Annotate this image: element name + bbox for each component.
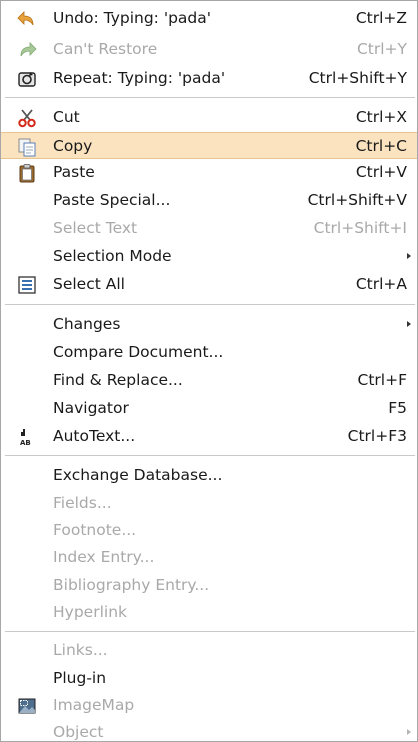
menu-item-label: Footnote... (53, 521, 137, 539)
menu-item-shortcut: F5 (388, 399, 407, 417)
edit-menu: Undo: Typing: 'pada' Ctrl+Z Can't Restor… (0, 0, 418, 742)
menu-item-repeat[interactable]: Repeat: Typing: 'pada' Ctrl+Shift+Y (1, 65, 417, 92)
menu-item-label: AutoText... (53, 427, 136, 445)
menu-item-shortcut: Ctrl+C (355, 137, 407, 155)
menu-item-cant-restore[interactable]: Can't Restore Ctrl+Y (1, 36, 417, 63)
menu-item-selection-mode[interactable]: Selection Mode (1, 243, 417, 270)
undo-arrow-icon (17, 9, 37, 29)
menu-item-label: Repeat: Typing: 'pada' (53, 69, 226, 87)
scissors-icon (17, 108, 37, 128)
submenu-arrow-icon (407, 729, 411, 735)
submenu-arrow-icon (407, 253, 411, 259)
menu-item-compare-document[interactable]: Compare Document... (1, 339, 417, 366)
menu-item-label: Paste Special... (53, 191, 171, 209)
menu-item-label: Links... (53, 641, 108, 659)
menu-item-hyperlink[interactable]: Hyperlink (1, 599, 417, 626)
menu-item-label: ImageMap (53, 696, 135, 714)
menu-item-copy[interactable]: Copy Ctrl+C (1, 132, 417, 159)
svg-text:AB: AB (20, 439, 31, 447)
menu-item-bibliography-entry[interactable]: Bibliography Entry... (1, 572, 417, 599)
select-all-icon (17, 275, 37, 295)
clipboard-icon (17, 163, 37, 183)
menu-item-select-text[interactable]: Select Text Ctrl+Shift+I (1, 215, 417, 242)
menu-item-label: Selection Mode (53, 247, 172, 265)
menu-item-label: Select All (53, 275, 125, 293)
menu-item-footnote[interactable]: Footnote... (1, 517, 417, 544)
menu-item-shortcut: Ctrl+X (355, 108, 407, 126)
menu-item-label: Paste (53, 163, 95, 181)
menu-item-label: Changes (53, 315, 121, 333)
redo-arrow-icon (17, 40, 37, 60)
menu-item-shortcut: Ctrl+F3 (347, 427, 407, 445)
menu-item-paste[interactable]: Paste Ctrl+V (1, 159, 417, 186)
menu-item-select-all[interactable]: Select All Ctrl+A (1, 271, 417, 298)
autotext-icon: AB (17, 427, 37, 447)
menu-item-fields[interactable]: Fields... (1, 490, 417, 517)
menu-item-object[interactable]: Object (1, 719, 417, 741)
menu-item-label: Cut (53, 108, 80, 126)
menu-item-shortcut: Ctrl+Y (356, 40, 407, 58)
menu-item-label: Hyperlink (53, 603, 127, 621)
menu-item-autotext[interactable]: AB AutoText... Ctrl+F3 (1, 423, 417, 450)
menu-item-label: Select Text (53, 219, 138, 237)
submenu-arrow-icon (407, 321, 411, 327)
menu-item-label: Copy (53, 137, 93, 155)
copy-icon (17, 137, 37, 157)
menu-item-imagemap[interactable]: ImageMap (1, 692, 417, 719)
menu-item-shortcut: Ctrl+Shift+I (313, 219, 407, 237)
menu-item-shortcut: Ctrl+V (355, 163, 407, 181)
menu-separator (5, 97, 415, 98)
repeat-icon (17, 69, 37, 89)
menu-item-shortcut: Ctrl+Shift+Y (308, 69, 407, 87)
menu-item-label: Fields... (53, 494, 112, 512)
menu-item-navigator[interactable]: Navigator F5 (1, 395, 417, 422)
menu-item-links[interactable]: Links... (1, 637, 417, 664)
menu-item-exchange-database[interactable]: Exchange Database... (1, 462, 417, 489)
menu-item-label: Undo: Typing: 'pada' (53, 9, 212, 27)
menu-item-shortcut: Ctrl+Z (355, 9, 407, 27)
menu-item-shortcut: Ctrl+Shift+V (307, 191, 407, 209)
menu-item-label: Can't Restore (53, 40, 158, 58)
menu-separator (5, 304, 415, 305)
menu-item-cut[interactable]: Cut Ctrl+X (1, 104, 417, 131)
menu-item-label: Object (53, 723, 104, 741)
menu-separator (5, 631, 415, 632)
menu-item-find-replace[interactable]: Find & Replace... Ctrl+F (1, 367, 417, 394)
menu-item-changes[interactable]: Changes (1, 311, 417, 338)
menu-item-plug-in[interactable]: Plug-in (1, 665, 417, 692)
menu-item-label: Index Entry... (53, 548, 155, 566)
menu-item-undo[interactable]: Undo: Typing: 'pada' Ctrl+Z (1, 5, 417, 32)
menu-item-label: Compare Document... (53, 343, 224, 361)
menu-item-label: Find & Replace... (53, 371, 183, 389)
menu-item-shortcut: Ctrl+F (357, 371, 407, 389)
menu-separator (5, 455, 415, 456)
menu-item-shortcut: Ctrl+A (355, 275, 407, 293)
menu-item-label: Plug-in (53, 669, 107, 687)
menu-item-index-entry[interactable]: Index Entry... (1, 544, 417, 571)
menu-item-label: Navigator (53, 399, 129, 417)
menu-item-paste-special[interactable]: Paste Special... Ctrl+Shift+V (1, 187, 417, 214)
menu-item-label: Bibliography Entry... (53, 576, 210, 594)
imagemap-icon (17, 696, 37, 716)
menu-item-label: Exchange Database... (53, 466, 223, 484)
